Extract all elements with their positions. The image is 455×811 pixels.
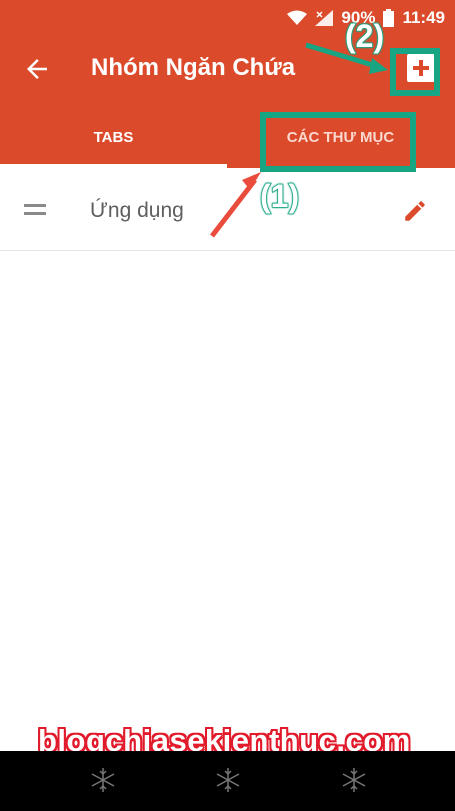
annotation-arrows xyxy=(210,42,388,238)
home-snowflake-icon[interactable] xyxy=(213,765,243,795)
annotation-arrow-1 xyxy=(210,178,257,238)
navigation-bar xyxy=(0,751,455,811)
annotation-arrowhead-2 xyxy=(369,58,388,74)
annotation-arrowhead-1 xyxy=(242,172,261,190)
recents-snowflake-icon[interactable] xyxy=(339,765,369,795)
annotation-arrow-2 xyxy=(305,42,377,69)
back-snowflake-icon[interactable] xyxy=(88,765,118,795)
